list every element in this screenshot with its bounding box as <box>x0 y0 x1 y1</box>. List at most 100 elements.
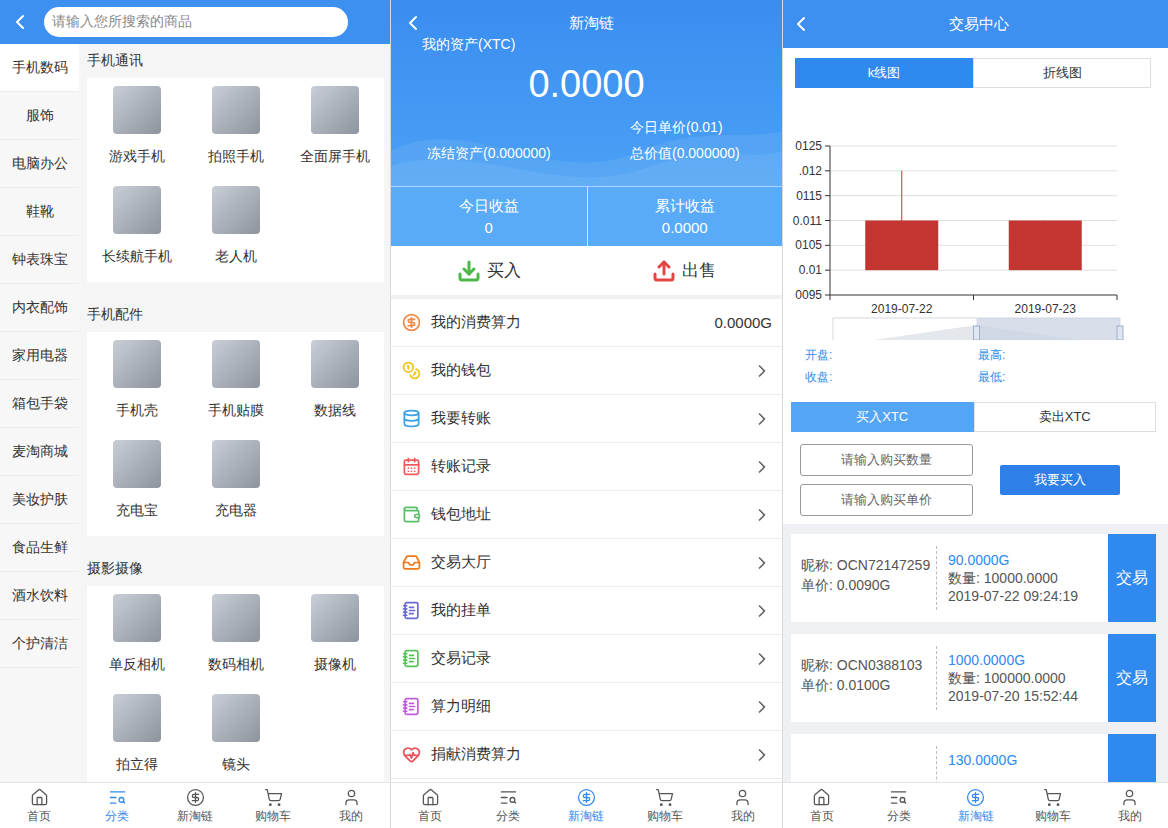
tab-bar-item[interactable]: 我的 <box>1091 783 1168 828</box>
tab-bar-item[interactable]: 分类 <box>860 783 937 828</box>
product-item[interactable]: 游戏手机 <box>87 78 186 178</box>
asset-value: 0.0000 <box>391 59 782 109</box>
menu-row[interactable]: 转账记录 <box>391 443 782 491</box>
sidebar-item[interactable]: 服饰 <box>0 92 79 140</box>
section-title: 手机通讯 <box>87 44 384 78</box>
product-item[interactable]: 充电器 <box>186 432 285 532</box>
sidebar-item[interactable]: 麦淘商城 <box>0 428 79 476</box>
product-image <box>212 86 260 134</box>
menu-row[interactable]: 算力明细 <box>391 683 782 731</box>
tab-bar-item[interactable]: 我的 <box>312 783 390 828</box>
buy-button[interactable]: 我要买入 <box>1000 465 1120 495</box>
trade-button[interactable]: 交易 <box>1108 534 1156 622</box>
sidebar-item[interactable]: 家用电器 <box>0 332 79 380</box>
back-icon[interactable] <box>401 11 425 35</box>
product-label: 拍立得 <box>116 754 158 774</box>
home-icon <box>30 788 49 807</box>
chart-tab[interactable]: k线图 <box>795 58 973 88</box>
product-item[interactable]: 充电宝 <box>87 432 186 532</box>
zoom-slider[interactable] <box>833 318 1123 340</box>
product-item[interactable]: 全面屏手机 <box>285 78 384 178</box>
menu-row[interactable]: 交易记录 <box>391 635 782 683</box>
tab-bar-item[interactable]: 购物车 <box>1014 783 1091 828</box>
tab-bar-item[interactable]: 新淘链 <box>547 783 625 828</box>
product-image <box>113 186 161 234</box>
product-item[interactable]: 拍立得 <box>87 686 186 782</box>
tab-bar-item[interactable]: 首页 <box>783 783 860 828</box>
product-item[interactable]: 手机壳 <box>87 332 186 432</box>
menu-row[interactable]: 我的消费算力0.0000G <box>391 299 782 347</box>
product-label: 手机壳 <box>116 400 158 420</box>
trade-button[interactable] <box>1108 734 1156 782</box>
coin-icon <box>402 313 421 332</box>
menu-row[interactable]: 我要转账 <box>391 395 782 443</box>
candle[interactable] <box>865 171 938 270</box>
tab-bar-item[interactable]: 新淘链 <box>156 783 234 828</box>
text-input[interactable]: 请输入购买单价 <box>800 484 973 516</box>
product-item[interactable]: 手机贴膜 <box>186 332 285 432</box>
menu-row[interactable]: 我的钱包 <box>391 347 782 395</box>
tab-bar: 首页分类 新淘链购物车我的 <box>783 782 1168 828</box>
sidebar-item[interactable]: 手机数码 <box>0 44 79 92</box>
menu-row[interactable]: 钱包地址 <box>391 491 782 539</box>
back-icon[interactable] <box>789 12 813 36</box>
back-icon[interactable] <box>8 10 32 34</box>
trade-screen: 交易中心k线图折线图0125.01201150.01101050.0100952… <box>783 0 1168 828</box>
menu-row[interactable]: 交易大厅 <box>391 539 782 587</box>
product-item[interactable]: 数码相机 <box>186 586 285 686</box>
sidebar-item[interactable]: 电脑办公 <box>0 140 79 188</box>
svg-text:2019-07-22: 2019-07-22 <box>871 302 933 316</box>
product-label: 长续航手机 <box>102 246 172 266</box>
text-input[interactable]: 请输入购买数量 <box>800 444 973 476</box>
action-button[interactable]: 出售 <box>587 246 783 295</box>
wallet-icon <box>402 505 421 524</box>
product-item[interactable]: 数据线 <box>285 332 384 432</box>
product-item[interactable]: 老人机 <box>186 178 285 278</box>
product-item[interactable]: 长续航手机 <box>87 178 186 278</box>
tab-bar: 首页分类新淘链 购物车我的 <box>391 782 782 828</box>
search-field[interactable]: 请输入您所搜索的商品 <box>44 7 348 37</box>
product-item[interactable]: 镜头 <box>186 686 285 782</box>
tab-bar-item[interactable]: 首页 <box>391 783 469 828</box>
sidebar-item[interactable]: 钟表珠宝 <box>0 236 79 284</box>
product-item[interactable]: 拍照手机 <box>186 78 285 178</box>
sidebar-item[interactable]: 美妆护肤 <box>0 476 79 524</box>
trade-tab[interactable]: 买入XTC <box>791 402 974 432</box>
action-button[interactable]: 买入 <box>391 246 587 295</box>
sidebar-item[interactable]: 酒水饮料 <box>0 572 79 620</box>
chevron-icon <box>752 745 772 765</box>
chart-tab[interactable]: 折线图 <box>973 58 1151 88</box>
tab-bar-item[interactable]: 分类 <box>78 783 156 828</box>
trade-tab[interactable]: 卖出XTC <box>974 402 1157 432</box>
trade-button[interactable]: 交易 <box>1108 634 1156 722</box>
menu-row[interactable]: 捐献消费算力 <box>391 731 782 779</box>
download-icon <box>457 259 481 283</box>
category-section: 摄影摄像单反相机数码相机摄像机拍立得镜头 <box>87 552 384 782</box>
tab-label: 购物车 <box>255 809 291 823</box>
order-time: 2019-07-22 09:24:19 <box>948 587 1108 605</box>
tab-bar-item[interactable]: 首页 <box>0 783 78 828</box>
product-image <box>113 594 161 642</box>
title-row: 新淘链 <box>391 11 782 35</box>
tab-label: 新淘链 <box>568 809 604 823</box>
sidebar-item[interactable]: 鞋靴 <box>0 188 79 236</box>
menu-label: 我的钱包 <box>431 361 742 380</box>
tab-bar-item[interactable]: 购物车 <box>626 783 704 828</box>
menu-row[interactable]: 我的挂单 <box>391 587 782 635</box>
svg-text:0115: 0115 <box>796 189 822 203</box>
sidebar-item[interactable]: 食品生鲜 <box>0 524 79 572</box>
tab-bar-item[interactable]: 购物车 <box>234 783 312 828</box>
menu-label: 捐献消费算力 <box>431 745 742 764</box>
sidebar-item[interactable]: 个护清洁 <box>0 620 79 668</box>
candle[interactable] <box>1009 221 1082 271</box>
sidebar-item[interactable]: 箱包手袋 <box>0 380 79 428</box>
tab-bar-item[interactable]: 我的 <box>704 783 782 828</box>
tab-bar-item[interactable]: 新淘链 <box>937 783 1014 828</box>
sidebar-item[interactable]: 内衣配饰 <box>0 284 79 332</box>
product-image <box>212 186 260 234</box>
tab-bar-item[interactable]: 分类 <box>469 783 547 828</box>
tab-label: 分类 <box>887 809 911 823</box>
product-image <box>212 694 260 742</box>
product-item[interactable]: 单反相机 <box>87 586 186 686</box>
product-item[interactable]: 摄像机 <box>285 586 384 686</box>
